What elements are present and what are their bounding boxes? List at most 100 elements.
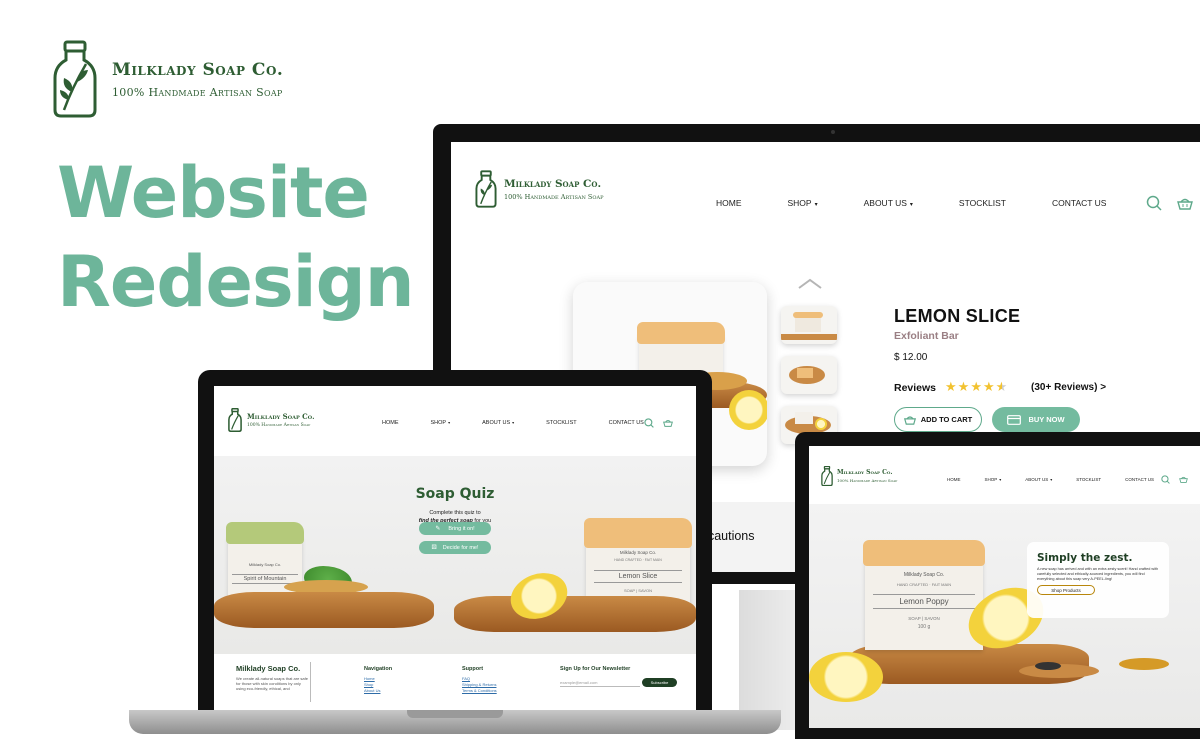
nav-contact[interactable]: CONTACT US (1052, 198, 1106, 208)
quiz-title: Soap Quiz (415, 486, 495, 502)
nav-home[interactable]: HOME (947, 477, 961, 482)
product-name: LEMON SLICE (894, 306, 1021, 326)
reviews-label: Reviews (894, 382, 937, 394)
nav-home[interactable]: HOME (382, 420, 399, 426)
chevron-down-icon: ▾ (814, 202, 818, 208)
add-to-cart-button[interactable]: ADD TO CART (894, 407, 982, 432)
soap-print-kind: SOAP | SAVON (623, 588, 652, 593)
nav-contact[interactable]: CONTACT US (1125, 477, 1154, 482)
chevron-down-icon: ▾ (999, 477, 1002, 482)
footer-support-links: FAQ Shipping & Returns Terms & Condition… (462, 676, 497, 694)
nav-stocklist[interactable]: STOCKLIST (959, 198, 1006, 208)
basket-icon[interactable] (1179, 476, 1188, 483)
decide-for-me-label: Decide for me! (442, 544, 479, 551)
chevron-down-icon: ▾ (512, 420, 515, 425)
add-to-cart-label: ADD TO CART (920, 415, 973, 424)
laptop-site-logo[interactable]: Milklady Soap Co. 100% Handmade Artisan … (228, 408, 315, 432)
nav-contact[interactable]: CONTACT US (609, 420, 644, 426)
nav-about[interactable]: ABOUT US ▾ (1025, 477, 1052, 482)
buy-now-button[interactable]: BUY NOW (992, 407, 1080, 432)
soap-label: Spirit of Mountain (232, 574, 298, 584)
footer-navigation-heading: Navigation (364, 666, 393, 672)
tablet-site-logo[interactable]: Milklady Soap Co. 100% Handmade Artisan … (821, 466, 897, 486)
nav-stocklist[interactable]: STOCKLIST (1076, 477, 1101, 482)
nav-about[interactable]: ABOUT US ▾ (864, 198, 913, 208)
nav-shop-label: SHOP (787, 198, 812, 208)
thumb-soap-image (795, 412, 813, 424)
lemon-slice-image (809, 652, 883, 702)
promo-card: Simply the zest. A new soap has arrived … (1027, 542, 1169, 618)
nav-shop-label: SHOP (984, 477, 998, 482)
laptop-camera-notch (430, 370, 480, 381)
tablet-screen: Milklady Soap Co. 100% Handmade Artisan … (809, 446, 1200, 728)
product-type: Exfoliant Bar (894, 330, 959, 342)
chevron-down-icon: ▾ (448, 420, 451, 425)
credit-card-icon (1007, 414, 1022, 425)
nav-shop[interactable]: SHOP ▾ (985, 477, 1002, 482)
footer-support-heading: Support (462, 666, 484, 672)
soap-print-brand: Milklady Soap Co. (903, 572, 945, 578)
subscribe-button[interactable]: Subscribe (642, 678, 677, 687)
desktop-site-logo[interactable]: Milklady Soap Co. 100% Handmade Artisan … (475, 170, 603, 208)
brand-name: Milklady Soap Co. (112, 59, 284, 80)
milk-bottle-logo-icon (475, 170, 497, 208)
wood-board-image (214, 592, 434, 628)
milk-bottle-logo-icon (821, 466, 833, 486)
star-icon: ★ (970, 379, 983, 394)
laptop-logo-name: Milklady Soap Co. (247, 412, 315, 421)
soap-top-image (226, 522, 304, 544)
footer-link-terms[interactable]: Terms & Conditions (462, 688, 497, 694)
laptop-nav: HOME SHOP ▾ ABOUT US ▾ STOCKLIST CONTACT U… (382, 420, 676, 426)
thumb-board-image (781, 334, 837, 340)
soap-top-image (637, 322, 725, 344)
basket-icon[interactable] (1177, 197, 1193, 210)
footer-description: We create all-natural soaps that are saf… (236, 676, 308, 691)
nav-about-label: ABOUT US (1025, 477, 1049, 482)
laptop-logo-tagline: 100% Handmade Artisan Soap (247, 423, 311, 428)
shop-products-button[interactable]: Shop Products (1037, 585, 1095, 595)
shuffle-icon: ⚄ (431, 545, 437, 551)
product-thumbnail[interactable] (781, 356, 837, 394)
thumb-soap-image (795, 316, 821, 332)
search-icon[interactable] (644, 418, 654, 428)
footer-navigation-links: Home Shop About Us (364, 676, 380, 694)
nav-shop[interactable]: SHOP ▾ (788, 198, 818, 208)
soap-print-crafted: HAND CRAFTED · FAIT MAIN (896, 582, 952, 587)
webcam (831, 130, 835, 134)
search-icon[interactable] (1146, 195, 1162, 211)
nav-shop-label: SHOP (430, 420, 447, 426)
star-icon: ★ (957, 379, 971, 394)
bring-it-on-button[interactable]: ✎ Bring it on! (419, 522, 491, 535)
nav-stocklist[interactable]: STOCKLIST (546, 420, 576, 426)
product-price: $ 12.00 (894, 352, 928, 363)
basket-icon (903, 415, 916, 425)
newsletter-email-input[interactable]: example@email.com (560, 678, 640, 687)
lemon-slice-image (729, 390, 767, 430)
soap-label: Lemon Slice (594, 570, 682, 583)
basket-icon[interactable] (663, 419, 673, 427)
desktop-logo-name: Milklady Soap Co. (504, 177, 602, 190)
chevron-up-icon[interactable] (797, 278, 823, 290)
soap-print-brand: Milklady Soap Co. (619, 550, 657, 555)
brand-tagline: 100% Handmade Artisan Soap (112, 85, 283, 99)
milk-bottle-logo-icon (228, 408, 242, 432)
pencil-icon: ✎ (435, 526, 441, 532)
product-thumbnail[interactable] (781, 306, 837, 344)
hero-title-line1: Website (57, 152, 370, 234)
footer-brand: Milklady Soap Co. (236, 664, 301, 673)
milk-bottle-logo-icon (53, 40, 97, 118)
nav-about-label: ABOUT US (482, 420, 511, 426)
nav-about[interactable]: ABOUT US ▾ (482, 420, 514, 426)
nav-home[interactable]: HOME (716, 198, 742, 208)
footer-link-about[interactable]: About Us (364, 688, 380, 694)
brand-lockup: Milklady Soap Co. 100% Handmade Artisan … (52, 40, 283, 118)
search-icon[interactable] (1161, 475, 1170, 484)
nav-shop[interactable]: SHOP ▾ (431, 420, 451, 426)
rating-stars: ★★★★★ (945, 379, 1008, 395)
decide-for-me-button[interactable]: ⚄ Decide for me! (419, 541, 491, 554)
reviews-count-link[interactable]: (30+ Reviews) > (1031, 382, 1106, 393)
star-icon: ★ (982, 379, 996, 394)
site-footer: Milklady Soap Co. We create all-natural … (214, 654, 696, 710)
laptop: Milklady Soap Co. 100% Handmade Artisan … (198, 370, 712, 710)
laptop-screen: Milklady Soap Co. 100% Handmade Artisan … (214, 386, 696, 710)
